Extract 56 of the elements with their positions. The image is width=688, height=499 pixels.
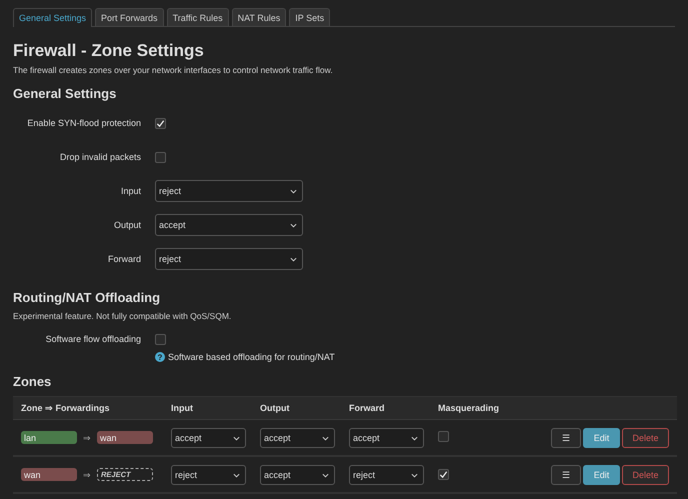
caret-icon <box>411 472 418 478</box>
zone-badge: wan <box>97 431 153 444</box>
select-field[interactable]: accept <box>155 214 303 236</box>
zone-badge: wan <box>21 468 77 481</box>
drag-handle-button[interactable]: ☰ <box>551 464 581 484</box>
select-field[interactable]: accept <box>260 428 335 448</box>
delete-button[interactable]: Delete <box>622 428 669 448</box>
field-label: Input <box>120 186 142 196</box>
section-heading: General Settings <box>13 86 118 102</box>
page-title: Firewall - Zone Settings <box>13 41 205 61</box>
help-text: Software based offloading for routing/NAT <box>168 352 335 362</box>
tab[interactable]: Port Forwards <box>95 8 164 26</box>
caret-icon <box>322 436 329 440</box>
column-header: Masquerading <box>438 403 500 413</box>
select-field[interactable]: accept <box>349 428 424 448</box>
caret-icon <box>233 472 240 478</box>
tab[interactable]: NAT Rules <box>232 8 286 26</box>
select-field[interactable]: reject <box>155 180 303 202</box>
zone-badge: lan <box>21 431 77 444</box>
page-description: The firewall creates zones over your network interfaces to control network traffic flow. <box>13 64 334 76</box>
checkbox[interactable] <box>155 334 166 344</box>
field-label: Output <box>112 220 142 230</box>
checkbox[interactable] <box>438 431 449 442</box>
field-label: Enable SYN-flood protection <box>26 118 142 128</box>
select-field[interactable]: accept <box>171 428 246 448</box>
column-header: Output <box>260 403 290 413</box>
checkbox[interactable] <box>438 468 449 480</box>
select-field[interactable]: reject <box>349 464 424 484</box>
caret-icon <box>322 472 329 478</box>
select-field[interactable]: accept <box>260 464 335 484</box>
drag-handle-button[interactable]: ☰ <box>551 428 581 448</box>
caret-icon <box>290 257 297 262</box>
section-heading: Routing/NAT Offloading <box>13 290 162 306</box>
tab[interactable]: Traffic Rules <box>166 8 229 26</box>
select-field[interactable]: reject <box>171 464 246 484</box>
section-description: Experimental feature. Not fully compatible with QoS/SQM. <box>13 310 232 322</box>
checkbox[interactable] <box>155 118 166 128</box>
tab[interactable]: General Settings <box>13 8 92 27</box>
forward-arrow: ⇒ <box>83 432 91 442</box>
column-header: Input <box>171 403 194 413</box>
help-icon: ? <box>155 352 165 362</box>
delete-button[interactable]: Delete <box>622 464 669 484</box>
caret-icon <box>233 436 240 440</box>
caret-icon <box>290 223 297 228</box>
checkbox[interactable] <box>155 152 166 162</box>
column-header: Forward <box>349 403 386 413</box>
caret-icon <box>411 436 418 440</box>
field-label: Drop invalid packets <box>58 152 142 162</box>
column-header: Zone ⇒ Forwardings <box>20 403 111 413</box>
select-field[interactable]: reject <box>155 248 303 270</box>
field-label: Forward <box>106 254 142 264</box>
section-heading: Zones <box>13 374 52 390</box>
tab[interactable]: IP Sets <box>289 8 330 26</box>
field-label: Software flow offloading <box>44 334 142 344</box>
caret-icon <box>290 189 297 194</box>
forward-arrow: ⇒ <box>83 470 91 480</box>
